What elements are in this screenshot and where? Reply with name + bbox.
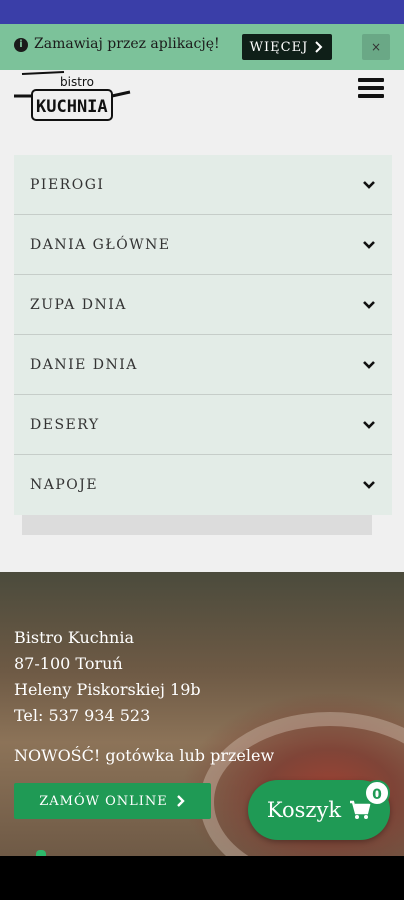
banner-text: Zamawiaj przez aplikację! [34,36,220,52]
payment-news: NOWOŚĆ! gotówka lub przelew [14,746,275,765]
menu-item-label: ZUPA DNIA [30,296,127,313]
info-icon: i [14,38,28,52]
chevron-right-icon [176,795,185,807]
close-banner-button[interactable]: × [362,34,390,60]
menu-item-label: PIEROGI [30,176,105,193]
menu-item-label: DESERY [30,416,100,433]
bistro-kuchnia-logo[interactable]: bistro KUCHNIA [14,70,132,126]
menu-item-napoje[interactable]: NAPOJE [14,455,392,515]
order-online-button[interactable]: ZAMÓW ONLINE [14,783,211,819]
logo-big-text: KUCHNIA [36,97,108,117]
chevron-down-icon [363,240,375,249]
chevron-down-icon [363,420,375,429]
app-promo-banner: i Zamawiaj przez aplikację! WIĘCEJ × [0,24,404,70]
site-header: bistro KUCHNIA [0,70,404,140]
more-button-label: WIĘCEJ [249,39,309,55]
address-city: 87-100 Toruń [14,654,123,673]
chevron-down-icon [363,360,375,369]
hamburger-icon[interactable] [358,78,384,100]
more-button[interactable]: WIĘCEJ [242,34,332,60]
menu-item-danie-dnia[interactable]: DANIE DNIA [14,335,392,395]
menu-item-label: DANIA GŁÓWNE [30,236,171,253]
system-navigation-bar [0,856,404,900]
category-menu: PIEROGI DANIA GŁÓWNE ZUPA DNIA DANIE DNI… [14,155,392,515]
chevron-down-icon [363,481,375,489]
menu-item-pierogi[interactable]: PIEROGI [14,155,392,215]
status-bar [0,0,404,24]
menu-item-zupa-dnia[interactable]: ZUPA DNIA [14,275,392,335]
chevron-down-icon [363,180,375,189]
chevron-right-icon [315,41,323,53]
restaurant-name: Bistro Kuchnia [14,628,135,647]
menu-item-label: NAPOJE [30,477,99,493]
menu-item-dania-glowne[interactable]: DANIA GŁÓWNE [14,215,392,275]
cart-label: Koszyk [266,798,342,822]
order-online-label: ZAMÓW ONLINE [39,793,168,809]
menu-item-desery[interactable]: DESERY [14,395,392,455]
phone-number[interactable]: Tel: 537 934 523 [14,706,150,725]
cart-count-badge: 0 [364,780,390,806]
logo-small-text: bistro [60,75,94,89]
menu-item-label: DANIE DNIA [30,356,138,373]
chevron-down-icon [363,300,375,309]
address-street: Heleny Piskorskiej 19b [14,680,201,699]
